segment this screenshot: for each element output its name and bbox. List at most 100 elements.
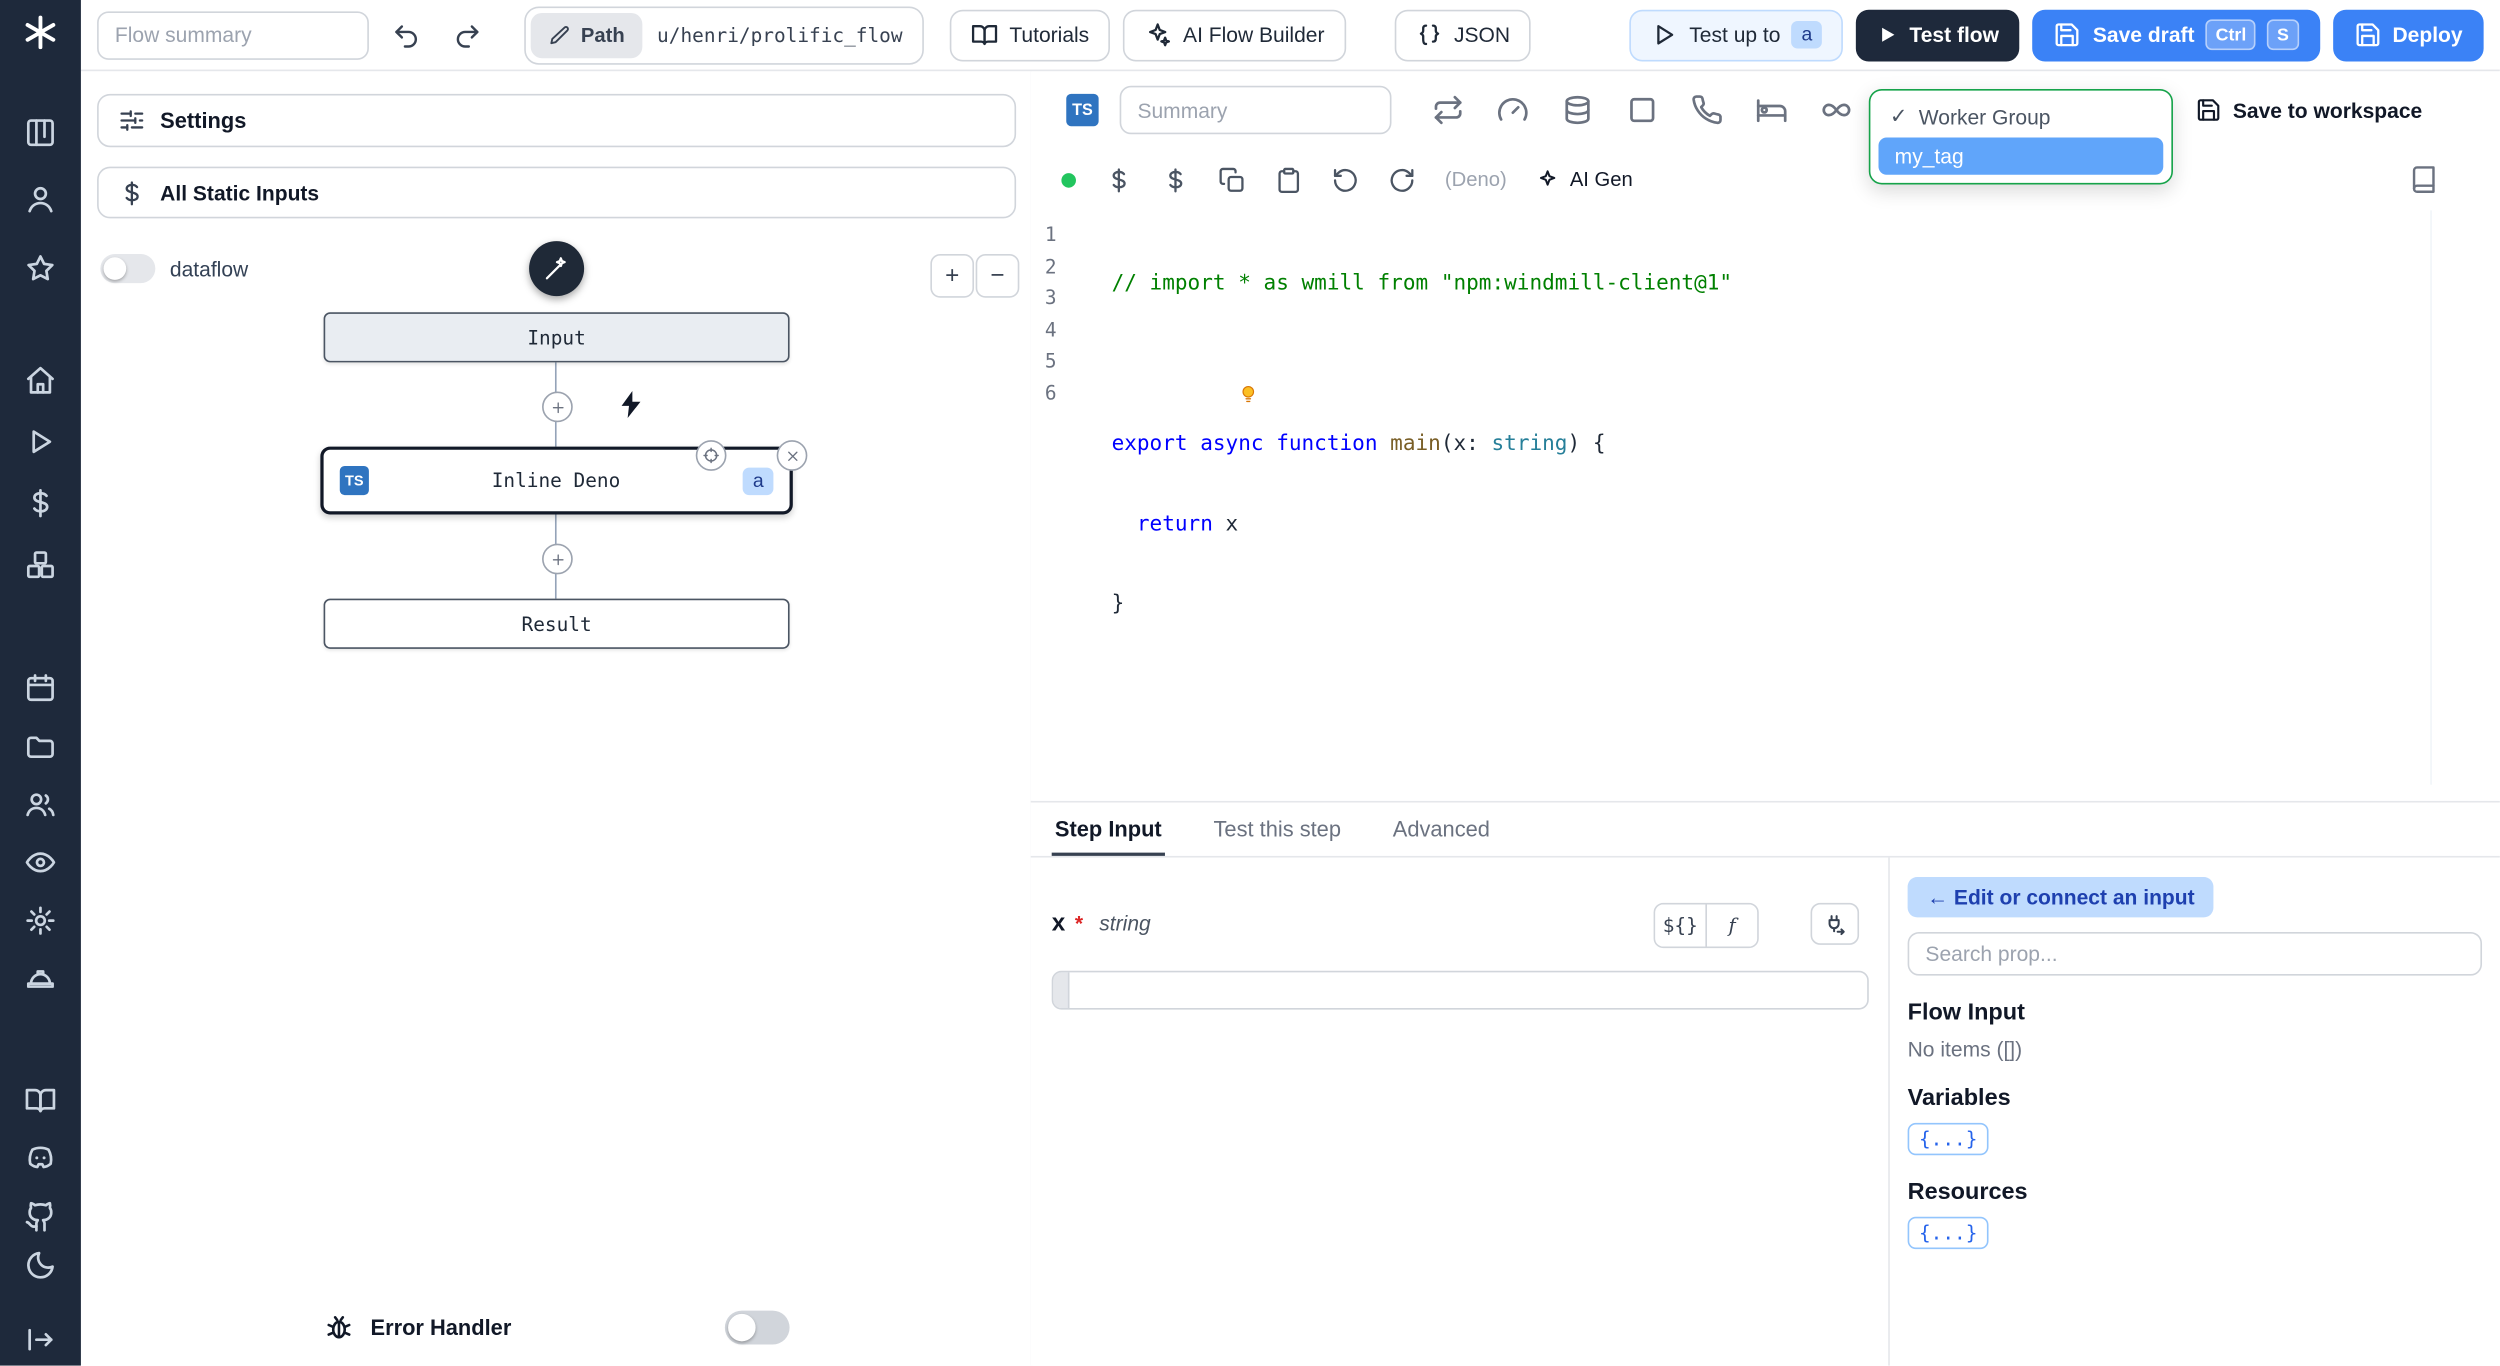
- workers-hardhat-icon[interactable]: [24, 963, 56, 995]
- worker-group-dropdown: ✓ Worker Group my_tag: [1868, 88, 2173, 185]
- dataflow-toggle[interactable]: [100, 254, 156, 284]
- input-node-label: Input: [527, 326, 586, 349]
- path-value[interactable]: u/henri/prolific_flow: [647, 23, 922, 46]
- fn-mode-button[interactable]: f: [1705, 904, 1758, 947]
- runtime-label: (Deno): [1444, 168, 1507, 191]
- ai-gen-button[interactable]: AI Gen: [1536, 167, 1633, 191]
- tab-step-input[interactable]: Step Input: [1052, 803, 1165, 856]
- undo-button[interactable]: [382, 11, 431, 60]
- library-book-icon[interactable]: [2409, 165, 2438, 194]
- copy-icon[interactable]: [1218, 166, 1246, 194]
- sleep-bed-icon[interactable]: [1756, 94, 1788, 126]
- error-handler-toggle[interactable]: [724, 1310, 790, 1345]
- ai-gen-label: AI Gen: [1569, 168, 1633, 191]
- lsp-status-dot: [1061, 172, 1076, 187]
- typescript-badge: TS: [339, 465, 369, 496]
- expand-sidebar-icon[interactable]: [24, 1324, 56, 1356]
- tab-test-this-step[interactable]: Test this step: [1210, 803, 1344, 856]
- connect-input-plug-button[interactable]: [1810, 902, 1860, 945]
- add-step-button-2[interactable]: [542, 543, 573, 575]
- flow-node-result[interactable]: Result: [323, 598, 790, 649]
- deno-node-id-badge: a: [743, 466, 774, 495]
- resources-braces-chip[interactable]: {...}: [1907, 1216, 1989, 1250]
- delete-step-button[interactable]: [776, 440, 808, 471]
- plus-icon: [552, 553, 563, 565]
- input-mode-toggle: ${} f: [1653, 902, 1759, 949]
- stop-square-icon[interactable]: [1626, 94, 1658, 126]
- zoom-out-glyph: −: [990, 262, 1005, 290]
- zoom-in-button[interactable]: +: [930, 254, 975, 298]
- deploy-button[interactable]: Deploy: [2332, 8, 2484, 61]
- github-icon[interactable]: [24, 1201, 56, 1233]
- play-icon: [1657, 25, 1674, 45]
- resource-dollar-icon[interactable]: [1162, 166, 1190, 194]
- kanban-icon[interactable]: [24, 116, 56, 148]
- test-up-to-step-badge: a: [1791, 21, 1823, 49]
- suspend-phone-icon[interactable]: [1691, 94, 1723, 126]
- user-icon[interactable]: [24, 183, 56, 215]
- audit-eye-icon[interactable]: [24, 846, 56, 878]
- retry-repeat-icon[interactable]: [1432, 94, 1464, 126]
- home-icon[interactable]: [24, 364, 56, 396]
- windmill-flow-editor: Path u/henri/prolific_flow Tutorials AI …: [0, 0, 2500, 1366]
- app-sidebar: [0, 0, 81, 1366]
- groups-users-icon[interactable]: [24, 788, 56, 820]
- reload-icon[interactable]: [1388, 166, 1416, 194]
- worker-tag-option-my-tag[interactable]: my_tag: [1878, 137, 2164, 175]
- cache-database-icon[interactable]: [1561, 94, 1593, 126]
- dataflow-toggle-row[interactable]: dataflow: [100, 254, 248, 284]
- editor-typescript-badge: TS: [1066, 93, 1099, 127]
- save-draft-button[interactable]: Save draft Ctrl S: [2032, 8, 2320, 61]
- save-to-workspace-button[interactable]: Save to workspace: [2196, 97, 2422, 123]
- folders-icon[interactable]: [24, 730, 56, 762]
- redo-button[interactable]: [443, 11, 492, 60]
- settings-gear-icon[interactable]: [24, 904, 56, 936]
- search-prop-input[interactable]: [1907, 931, 2483, 976]
- tab-advanced[interactable]: Advanced: [1390, 803, 1494, 856]
- test-flow-button[interactable]: Test flow: [1856, 8, 2021, 61]
- discord-icon[interactable]: [24, 1142, 56, 1174]
- flow-node-input[interactable]: Input: [323, 312, 790, 363]
- test-up-to-button[interactable]: Test up to a: [1629, 8, 1844, 61]
- code-editor[interactable]: 1 2 3 4 5 6 // import * as wmill from "n…: [1031, 210, 2500, 801]
- lightbulb-icon[interactable]: [1238, 383, 1259, 404]
- json-button[interactable]: JSON: [1394, 8, 1532, 61]
- variables-dollar-icon[interactable]: [24, 487, 56, 519]
- gauge-icon[interactable]: [1497, 94, 1529, 126]
- trigger-bolt-button[interactable]: [615, 388, 647, 420]
- ai-flow-builder-button[interactable]: AI Flow Builder: [1123, 8, 1346, 61]
- step-summary-input[interactable]: [1119, 85, 1392, 135]
- docs-book-icon[interactable]: [24, 1084, 56, 1116]
- ai-wand-button[interactable]: [529, 241, 585, 297]
- history-undo-icon[interactable]: [1332, 166, 1360, 194]
- flow-settings-row[interactable]: Settings: [97, 93, 1017, 148]
- worker-group-option[interactable]: ✓ Worker Group: [1878, 99, 2163, 135]
- step-detail-panel: Step Input Test this step Advanced x * st…: [1030, 800, 2500, 1366]
- expr-mode-button[interactable]: ${}: [1655, 904, 1706, 947]
- zoom-out-button[interactable]: −: [975, 254, 1020, 298]
- step-toolbar-icons: [1432, 94, 1853, 126]
- edit-or-connect-button[interactable]: ← Edit or connect an input: [1907, 876, 2215, 918]
- all-static-inputs-row[interactable]: All Static Inputs: [97, 166, 1017, 219]
- tutorials-button[interactable]: Tutorials: [949, 8, 1111, 61]
- windmill-logo-icon[interactable]: [23, 15, 59, 51]
- flow-summary-input[interactable]: [97, 10, 369, 60]
- schedules-calendar-icon[interactable]: [24, 671, 56, 703]
- clipboard-icon[interactable]: [1275, 166, 1303, 194]
- save-icon: [2056, 23, 2080, 47]
- variables-braces-chip[interactable]: {...}: [1907, 1122, 1989, 1156]
- play-filled-icon: [1882, 27, 1895, 42]
- json-label: JSON: [1453, 22, 1511, 47]
- path-field[interactable]: Path u/henri/prolific_flow: [524, 5, 924, 64]
- runs-play-icon[interactable]: [24, 426, 56, 458]
- mock-infinity-icon[interactable]: [1820, 94, 1852, 126]
- star-icon[interactable]: [24, 252, 56, 284]
- code-comment: // import * as wmill from "npm:windmill-…: [1111, 271, 1733, 297]
- path-edit-button[interactable]: Path: [530, 12, 643, 58]
- variable-dollar-icon[interactable]: [1105, 166, 1133, 194]
- resources-blocks-icon[interactable]: [24, 549, 56, 581]
- dark-mode-moon-icon[interactable]: [24, 1249, 56, 1281]
- arg-x-input[interactable]: [1051, 970, 1869, 1010]
- move-step-button[interactable]: [695, 440, 727, 471]
- add-step-button-1[interactable]: [542, 391, 573, 423]
